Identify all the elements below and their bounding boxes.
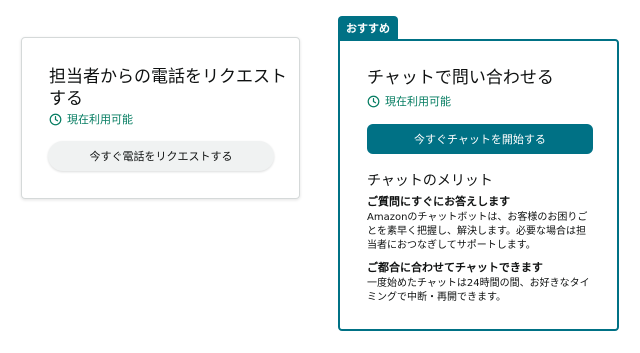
- availability-label: 現在利用可能: [67, 113, 133, 126]
- chat-title: チャットで問い合わせる: [367, 68, 554, 88]
- feature-title: ご都合に合わせてチャットできます: [367, 261, 543, 274]
- chat-card: チャットで問い合わせる 現在利用可能 今すぐチャットを開始する チャットのメリッ…: [338, 39, 619, 331]
- request-call-button[interactable]: 今すぐ電話をリクエストする: [48, 141, 274, 171]
- availability-status: 現在利用可能: [367, 93, 451, 109]
- availability-label: 現在利用可能: [385, 95, 451, 108]
- feature-description: 一度始めたチャットは24時間の間、お好きなタイミングで中断・再開できます。: [367, 278, 590, 303]
- request-call-card: 担当者からの電話をリクエストする 現在利用可能 今すぐ電話をリクエストする: [21, 37, 300, 199]
- start-chat-button[interactable]: 今すぐチャットを開始する: [367, 124, 593, 154]
- clock-icon: [49, 113, 62, 125]
- recommended-badge: おすすめ: [338, 16, 398, 40]
- availability-status: 現在利用可能: [49, 111, 133, 127]
- feature-description: Amazonのチャットボットは、お客様のお困りごとを素早く把握し、解決します。必…: [367, 212, 588, 251]
- clock-icon: [367, 95, 380, 107]
- chat-merits-heading: チャットのメリット: [367, 173, 493, 189]
- request-call-title: 担当者からの電話をリクエストする: [49, 67, 287, 109]
- feature-title: ご質問にすぐにお答えします: [367, 195, 511, 208]
